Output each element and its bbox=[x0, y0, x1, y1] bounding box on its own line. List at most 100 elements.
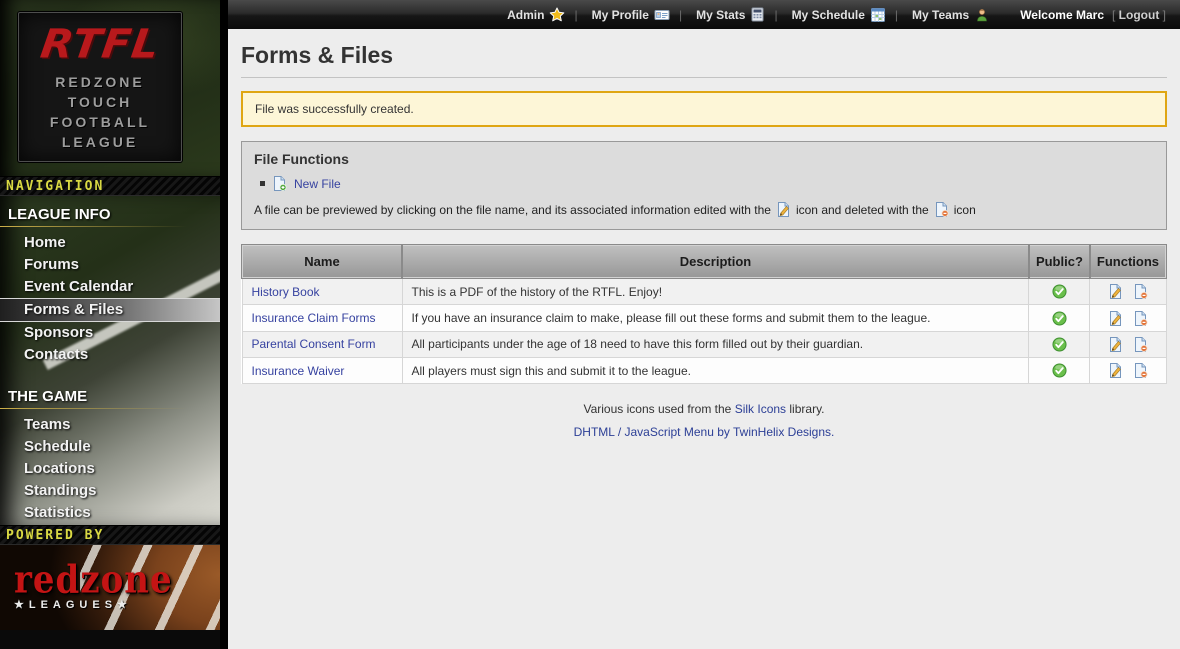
success-notice-text: File was successfully created. bbox=[255, 102, 414, 116]
file-name-link[interactable]: Insurance Claim Forms bbox=[252, 311, 376, 325]
redzone-leagues-logo[interactable]: redzone ★LEAGUES★ bbox=[0, 545, 220, 630]
topbar-label: Admin bbox=[507, 8, 544, 22]
star-icon bbox=[549, 7, 565, 23]
file-name-link[interactable]: History Book bbox=[252, 285, 320, 299]
topbar-label: My Teams bbox=[912, 8, 969, 22]
main-column: Admin My Profile My Stats My Schedule My… bbox=[228, 0, 1180, 649]
bullet-icon bbox=[260, 181, 265, 186]
league-logo[interactable]: RTFL REDZONE TOUCH FOOTBALL LEAGUE bbox=[18, 12, 182, 162]
edit-file-button[interactable] bbox=[1108, 284, 1123, 298]
welcome-text: Welcome Marc bbox=[1020, 8, 1104, 22]
powered-by-strip: POWERED BY bbox=[0, 525, 220, 545]
section-title-league-info: LEAGUE INFO bbox=[0, 200, 220, 227]
sidebar: RTFL REDZONE TOUCH FOOTBALL LEAGUE NAVIG… bbox=[0, 0, 220, 649]
help-text: icon bbox=[954, 203, 976, 217]
content: Forms & Files File was successfully crea… bbox=[228, 29, 1180, 439]
sidebar-item-locations[interactable]: Locations bbox=[0, 458, 220, 480]
sidebar-item-schedule[interactable]: Schedule bbox=[0, 436, 220, 458]
navigation-strip: NAVIGATION bbox=[0, 176, 220, 196]
user-icon bbox=[974, 7, 990, 23]
page-delete-icon bbox=[1133, 363, 1148, 378]
topbar-item-my-stats[interactable]: My Stats bbox=[670, 7, 765, 22]
section-league-info: LEAGUE INFO Home Forums Event Calendar F… bbox=[0, 200, 220, 366]
topbar-label: My Schedule bbox=[792, 8, 865, 22]
page-edit-icon bbox=[1108, 311, 1123, 326]
page: RTFL REDZONE TOUCH FOOTBALL LEAGUE NAVIG… bbox=[0, 0, 1180, 649]
topbar-label: My Stats bbox=[696, 8, 745, 22]
logo-line: TOUCH bbox=[68, 92, 133, 112]
table-row: Insurance Claim Forms If you have an ins… bbox=[242, 305, 1166, 331]
file-name-link[interactable]: Parental Consent Form bbox=[252, 337, 376, 351]
accept-icon bbox=[1052, 311, 1067, 326]
sidebar-item-standings[interactable]: Standings bbox=[0, 480, 220, 502]
logo-line: REDZONE bbox=[55, 72, 144, 92]
redzone-logo-subtext: ★LEAGUES★ bbox=[14, 598, 220, 611]
file-description: All players must sign this and submit it… bbox=[402, 357, 1029, 383]
calculator-icon bbox=[750, 7, 765, 22]
welcome-area: Welcome Marc Logout bbox=[1020, 8, 1166, 22]
sidebar-filler bbox=[0, 630, 220, 649]
edit-file-button[interactable] bbox=[1108, 310, 1123, 324]
edit-file-button[interactable] bbox=[1108, 337, 1123, 351]
vcard-icon bbox=[654, 7, 670, 23]
sidebar-item-forms-files[interactable]: Forms & Files bbox=[0, 298, 220, 322]
table-row: Parental Consent Form All participants u… bbox=[242, 331, 1166, 357]
logo-line: FOOTBALL bbox=[50, 112, 150, 132]
topbar-item-my-teams[interactable]: My Teams bbox=[886, 7, 990, 23]
file-functions-title: File Functions bbox=[254, 151, 1154, 167]
column-header-public: Public? bbox=[1029, 245, 1090, 278]
files-table: Name Description Public? Functions Histo… bbox=[241, 244, 1167, 384]
topbar-item-admin[interactable]: Admin bbox=[507, 7, 565, 23]
sidebar-item-teams[interactable]: Teams bbox=[0, 414, 220, 436]
sidebar-item-sponsors[interactable]: Sponsors bbox=[0, 322, 220, 344]
new-file-link[interactable]: New File bbox=[294, 177, 341, 191]
league-logo-area: RTFL REDZONE TOUCH FOOTBALL LEAGUE bbox=[0, 0, 220, 176]
file-functions-help: A file can be previewed by clicking on t… bbox=[254, 202, 1154, 217]
footer-icons-credit: Various icons used from the Silk Icons l… bbox=[241, 402, 1167, 416]
sidebar-item-statistics[interactable]: Statistics bbox=[0, 502, 220, 524]
sidebar-item-forums[interactable]: Forums bbox=[0, 254, 220, 276]
table-row: Insurance Waiver All players must sign t… bbox=[242, 357, 1166, 383]
topbar-item-my-profile[interactable]: My Profile bbox=[565, 7, 669, 23]
page-delete-icon bbox=[934, 202, 949, 217]
footer-menu-credit: DHTML / JavaScript Menu by TwinHelix Des… bbox=[241, 425, 1167, 439]
logo-line: LEAGUE bbox=[62, 132, 138, 152]
topbar-item-my-schedule[interactable]: My Schedule bbox=[765, 7, 885, 23]
new-file-row: New File bbox=[260, 176, 1154, 191]
delete-file-button[interactable] bbox=[1133, 337, 1148, 351]
file-description: If you have an insurance claim to make, … bbox=[402, 305, 1029, 331]
sidebar-item-home[interactable]: Home bbox=[0, 232, 220, 254]
page-gutter bbox=[220, 0, 228, 649]
help-text: A file can be previewed by clicking on t… bbox=[254, 203, 771, 217]
accept-icon bbox=[1052, 284, 1067, 299]
sidebar-item-contacts[interactable]: Contacts bbox=[0, 344, 220, 366]
sidebar-menu: LEAGUE INFO Home Forums Event Calendar F… bbox=[0, 196, 220, 525]
silk-icons-link[interactable]: Silk Icons bbox=[735, 402, 786, 416]
logout-link[interactable]: Logout bbox=[1112, 8, 1166, 22]
column-header-name: Name bbox=[242, 245, 402, 278]
topbar: Admin My Profile My Stats My Schedule My… bbox=[228, 0, 1180, 29]
section-the-game: THE GAME Teams Schedule Locations Standi… bbox=[0, 382, 220, 524]
file-name-link[interactable]: Insurance Waiver bbox=[252, 364, 345, 378]
page-delete-icon bbox=[1133, 311, 1148, 326]
column-header-description: Description bbox=[402, 245, 1029, 278]
files-table-header-row: Name Description Public? Functions bbox=[242, 245, 1166, 278]
page-edit-icon bbox=[1108, 337, 1123, 352]
page-delete-icon bbox=[1133, 284, 1148, 299]
topbar-nav: Admin My Profile My Stats My Schedule My… bbox=[507, 7, 990, 23]
file-description: This is a PDF of the history of the RTFL… bbox=[402, 278, 1029, 305]
footer-text: library. bbox=[789, 402, 824, 416]
page-footer: Various icons used from the Silk Icons l… bbox=[241, 402, 1167, 439]
accept-icon bbox=[1052, 363, 1067, 378]
topbar-label: My Profile bbox=[592, 8, 649, 22]
twinhelix-link[interactable]: DHTML / JavaScript Menu by TwinHelix Des… bbox=[574, 425, 835, 439]
accept-icon bbox=[1052, 337, 1067, 352]
success-notice: File was successfully created. bbox=[241, 91, 1167, 127]
delete-file-button[interactable] bbox=[1133, 310, 1148, 324]
delete-file-button[interactable] bbox=[1133, 284, 1148, 298]
edit-file-button[interactable] bbox=[1108, 363, 1123, 377]
column-header-functions: Functions bbox=[1090, 245, 1166, 278]
page-add-icon bbox=[272, 176, 287, 191]
sidebar-item-event-calendar[interactable]: Event Calendar bbox=[0, 276, 220, 298]
delete-file-button[interactable] bbox=[1133, 363, 1148, 377]
